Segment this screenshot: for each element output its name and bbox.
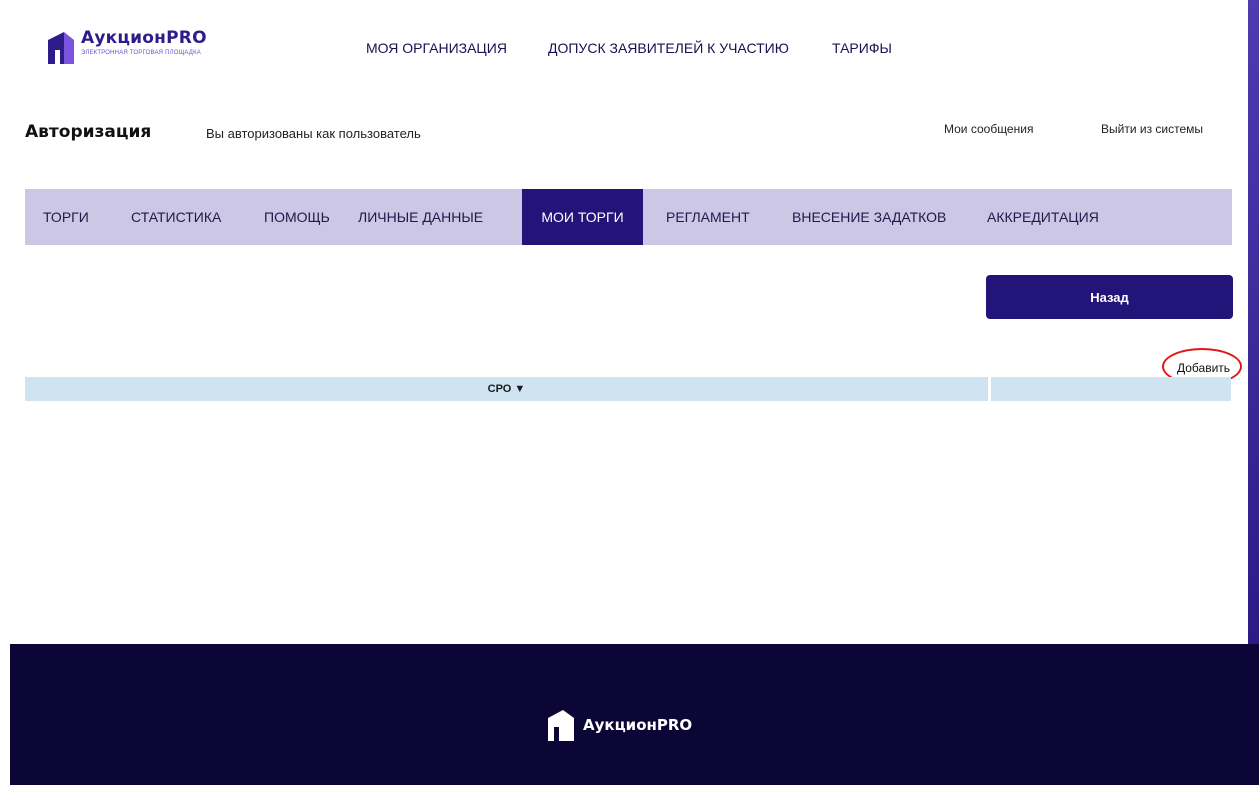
table-header: СРО ▼ bbox=[25, 377, 1231, 401]
my-messages-link[interactable]: Мои сообщения bbox=[944, 122, 1033, 136]
tab-regulations[interactable]: РЕГЛАМЕНТ bbox=[666, 189, 750, 245]
column-header-actions bbox=[991, 377, 1231, 401]
top-navigation: МОЯ ОРГАНИЗАЦИЯ ДОПУСК ЗАЯВИТЕЛЕЙ К УЧАС… bbox=[0, 40, 1259, 60]
tab-personal-data[interactable]: ЛИЧНЫЕ ДАННЫЕ bbox=[358, 189, 483, 245]
tab-accreditation[interactable]: АККРЕДИТАЦИЯ bbox=[987, 189, 1099, 245]
topnav-applicant-admission[interactable]: ДОПУСК ЗАЯВИТЕЛЕЙ К УЧАСТИЮ bbox=[548, 40, 789, 56]
logout-link[interactable]: Выйти из системы bbox=[1101, 122, 1203, 136]
topnav-tariffs[interactable]: ТАРИФЫ bbox=[832, 40, 892, 56]
main-navigation: ТОРГИ СТАТИСТИКА ПОМОЩЬ ЛИЧНЫЕ ДАННЫЕ МО… bbox=[25, 189, 1232, 245]
back-button[interactable]: Назад bbox=[986, 275, 1233, 319]
auth-status: Вы авторизованы как пользователь bbox=[206, 126, 421, 141]
topnav-my-organization[interactable]: МОЯ ОРГАНИЗАЦИЯ bbox=[366, 40, 507, 56]
tab-help[interactable]: ПОМОЩЬ bbox=[264, 189, 330, 245]
tab-trades[interactable]: ТОРГИ bbox=[43, 189, 89, 245]
tab-statistics[interactable]: СТАТИСТИКА bbox=[131, 189, 221, 245]
scrollbar-strip[interactable] bbox=[1248, 0, 1259, 720]
tab-deposits[interactable]: ВНЕСЕНИЕ ЗАДАТКОВ bbox=[792, 189, 946, 245]
footer-logo[interactable]: АукционPRO bbox=[548, 709, 692, 741]
footer-brand-name: АукционPRO bbox=[583, 716, 693, 734]
add-link[interactable]: Добавить bbox=[1177, 361, 1230, 375]
footer: АукционPRO bbox=[10, 644, 1259, 785]
auth-title: Авторизация bbox=[25, 122, 152, 142]
building-logo-icon bbox=[548, 710, 574, 741]
column-header-sro[interactable]: СРО ▼ bbox=[25, 377, 988, 401]
tab-my-trades[interactable]: МОИ ТОРГИ bbox=[522, 189, 643, 245]
